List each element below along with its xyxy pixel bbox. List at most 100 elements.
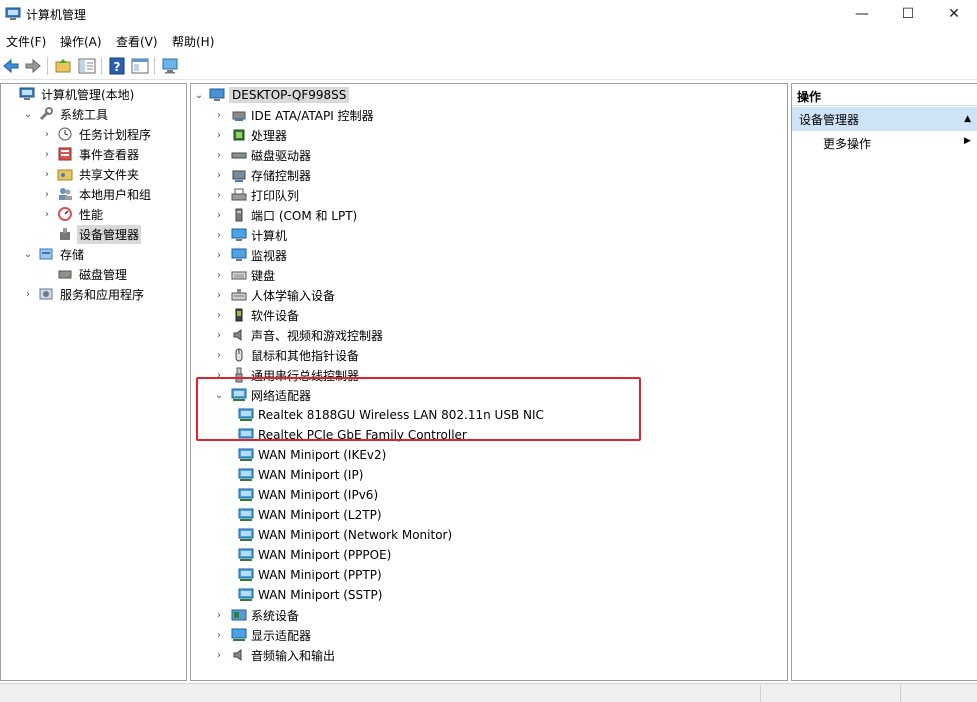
- device-label: 存储控制器: [251, 168, 312, 183]
- device-row[interactable]: WAN Miniport (Network Monitor): [232, 525, 452, 545]
- device-tree-pane[interactable]: ⌄ DESKTOP-QF998SS › IDE ATA/ATAPI 控制器 › 处理器…: [190, 83, 788, 681]
- computer-name[interactable]: DESKTOP-QF998SS: [229, 87, 350, 103]
- device-row[interactable]: WAN Miniport (IPv6): [232, 485, 378, 505]
- device-row[interactable]: WAN Miniport (SSTP): [232, 585, 382, 605]
- console-tree-item[interactable]: › 任务计划程序: [41, 124, 153, 144]
- device-label: WAN Miniport (L2TP): [258, 508, 382, 522]
- computer-management-icon: [19, 87, 35, 100]
- chevron-right-icon[interactable]: ›: [213, 289, 225, 301]
- menu-view[interactable]: 查看(V): [116, 33, 158, 50]
- menu-help[interactable]: 帮助(H): [172, 33, 214, 50]
- shared-folder-icon: [57, 169, 73, 181]
- chevron-right-icon[interactable]: ›: [213, 109, 225, 121]
- chevron-right-icon[interactable]: ›: [213, 229, 225, 241]
- device-category-row[interactable]: › IDE ATA/ATAPI 控制器: [213, 105, 374, 125]
- collapse-up-icon[interactable]: ▲: [964, 114, 971, 124]
- maximize-button[interactable]: ☐: [885, 0, 931, 28]
- device-category-row[interactable]: › 显示适配器: [213, 625, 311, 645]
- chevron-right-icon[interactable]: ›: [213, 189, 225, 201]
- network-adapter-icon: [238, 428, 254, 441]
- device-category-row[interactable]: › 处理器: [213, 125, 287, 145]
- device-row[interactable]: Realtek PCIe GbE Family Controller: [232, 425, 467, 445]
- console-tree-item[interactable]: › 事件查看器: [41, 144, 141, 164]
- device-label: WAN Miniport (IP): [258, 468, 364, 482]
- device-category-row[interactable]: › 音频输入和输出: [213, 645, 335, 665]
- device-row[interactable]: WAN Miniport (PPPOE): [232, 545, 391, 565]
- disk-management-icon: [58, 270, 72, 279]
- help-icon[interactable]: ?: [107, 56, 127, 76]
- device-category-row[interactable]: › 计算机: [213, 225, 287, 245]
- device-row[interactable]: WAN Miniport (IP): [232, 465, 363, 485]
- chevron-down-icon[interactable]: ⌄: [213, 389, 225, 401]
- device-category-row[interactable]: › 端口 (COM 和 LPT): [213, 205, 357, 225]
- device-category-row[interactable]: › 鼠标和其他指针设备: [213, 345, 359, 365]
- menu-file[interactable]: 文件(F): [6, 33, 46, 50]
- device-row[interactable]: WAN Miniport (PPTP): [232, 565, 382, 585]
- back-arrow-icon[interactable]: [1, 56, 21, 76]
- console-tree-item[interactable]: ⌄ 系统工具: [22, 104, 110, 124]
- forward-arrow-icon[interactable]: [23, 56, 43, 76]
- more-actions-link[interactable]: 更多操作: [823, 135, 871, 152]
- device-label: WAN Miniport (IPv6): [258, 488, 379, 502]
- chevron-right-icon[interactable]: ›: [213, 249, 225, 261]
- device-category-row[interactable]: › 通用串行总线控制器: [213, 365, 359, 385]
- chevron-right-icon[interactable]: ›: [41, 188, 53, 200]
- minimize-button[interactable]: —: [839, 0, 885, 28]
- chevron-right-icon[interactable]: ›: [213, 609, 225, 621]
- chevron-right-icon[interactable]: ›: [213, 149, 225, 161]
- chevron-down-icon[interactable]: ⌄: [193, 89, 205, 101]
- device-category-row[interactable]: ⌄ 网络适配器: [213, 385, 311, 405]
- chevron-right-icon[interactable]: ›: [213, 169, 225, 181]
- device-row[interactable]: WAN Miniport (L2TP): [232, 505, 382, 525]
- console-tree-item[interactable]: 设备管理器: [41, 224, 142, 244]
- properties-icon[interactable]: [130, 56, 150, 76]
- chevron-right-icon[interactable]: ›: [213, 369, 225, 381]
- device-category-row[interactable]: › 监视器: [213, 245, 287, 265]
- device-label: 端口 (COM 和 LPT): [251, 208, 358, 223]
- device-category-row[interactable]: › 打印队列: [213, 185, 299, 205]
- scan-hardware-icon[interactable]: [160, 56, 180, 76]
- show-hide-tree-icon[interactable]: [77, 56, 97, 76]
- device-category-row[interactable]: › 人体学输入设备: [213, 285, 335, 305]
- chevron-right-icon[interactable]: ›: [22, 288, 34, 300]
- device-category-row[interactable]: › 键盘: [213, 265, 275, 285]
- device-category-row[interactable]: › 系统设备: [213, 605, 299, 625]
- actions-section-device-manager[interactable]: 设备管理器 ▲: [792, 107, 977, 131]
- chevron-right-icon[interactable]: ›: [213, 329, 225, 341]
- close-button[interactable]: ✕: [931, 0, 977, 28]
- chevron-right-icon[interactable]: ›: [213, 309, 225, 321]
- status-bar: [0, 683, 977, 702]
- chevron-right-icon[interactable]: ›: [41, 128, 53, 140]
- chevron-right-icon[interactable]: ›: [41, 168, 53, 180]
- chevron-down-icon[interactable]: ⌄: [22, 248, 34, 260]
- storage-controller-icon: [232, 170, 246, 182]
- device-category-row[interactable]: › 声音、视频和游戏控制器: [213, 325, 383, 345]
- device-row[interactable]: Realtek 8188GU Wireless LAN 802.11n USB …: [232, 405, 544, 425]
- chevron-right-icon[interactable]: ›: [213, 349, 225, 361]
- chevron-right-icon[interactable]: ›: [213, 269, 225, 281]
- chevron-down-icon[interactable]: ⌄: [22, 108, 34, 120]
- console-tree-item[interactable]: 磁盘管理: [41, 264, 129, 284]
- console-tree-pane[interactable]: 计算机管理(本地) ⌄ 系统工具 › 任务计划程序 › 事件查看器 › 共享文件夹 › 本地用户和组…: [0, 83, 187, 681]
- device-category-row[interactable]: › 磁盘驱动器: [213, 145, 311, 165]
- console-tree-item[interactable]: 计算机管理(本地): [3, 84, 136, 104]
- device-row[interactable]: WAN Miniport (IKEv2): [232, 445, 386, 465]
- chevron-right-icon[interactable]: ›: [41, 148, 53, 160]
- console-tree-item[interactable]: ⌄ 存储: [22, 244, 86, 264]
- device-category-row[interactable]: › 软件设备: [213, 305, 299, 325]
- services-icon: [39, 288, 53, 300]
- tree-root-row[interactable]: ⌄ DESKTOP-QF998SS: [193, 85, 350, 105]
- chevron-right-icon[interactable]: ›: [213, 129, 225, 141]
- chevron-right-icon[interactable]: ›: [213, 209, 225, 221]
- up-folder-icon[interactable]: [53, 56, 73, 76]
- menu-action[interactable]: 操作(A): [60, 33, 102, 50]
- device-category-row[interactable]: › 存储控制器: [213, 165, 311, 185]
- chevron-right-icon[interactable]: ›: [213, 629, 225, 641]
- computer-icon: [209, 88, 225, 101]
- console-tree-item[interactable]: › 共享文件夹: [41, 164, 141, 184]
- console-tree-item[interactable]: › 服务和应用程序: [22, 284, 146, 304]
- console-tree-item[interactable]: › 性能: [41, 204, 105, 224]
- chevron-right-icon[interactable]: ›: [41, 208, 53, 220]
- console-tree-item[interactable]: › 本地用户和组: [41, 184, 153, 204]
- chevron-right-icon[interactable]: ›: [213, 649, 225, 661]
